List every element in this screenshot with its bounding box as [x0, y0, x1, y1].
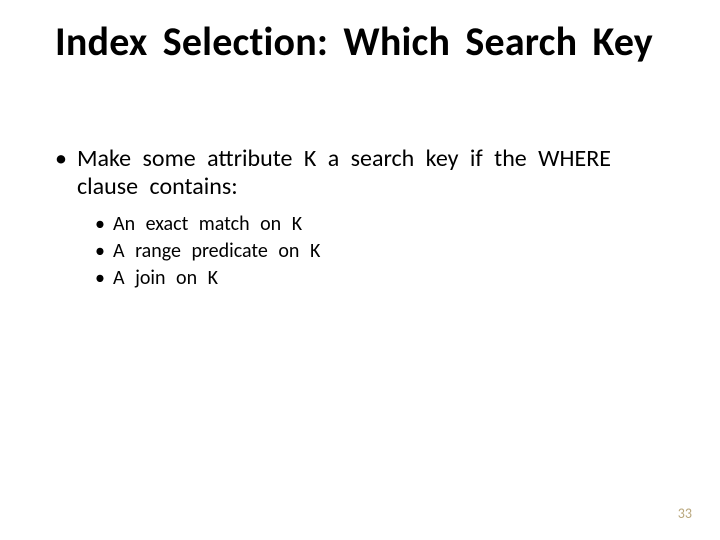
bullet-text: A join on K: [113, 266, 218, 290]
slide-title: Index Selection: Which Search Key: [55, 20, 665, 64]
slide: Index Selection: Which Search Key •Make …: [0, 0, 720, 540]
bullet-level2: •A join on K: [95, 266, 665, 291]
bullet-text: Make some attribute K a search key if th…: [77, 144, 611, 201]
bullet-dot-icon: •: [55, 145, 77, 173]
body-content: •Make some attribute K a search key if t…: [55, 145, 665, 293]
sub-bullet-list: •An exact match on K •A range predicate …: [95, 212, 665, 291]
page-number: 33: [678, 505, 692, 522]
bullet-dot-icon: •: [95, 239, 113, 264]
bullet-dot-icon: •: [95, 212, 113, 237]
bullet-text: An exact match on K: [113, 212, 302, 236]
bullet-level1: •Make some attribute K a search key if t…: [55, 145, 665, 200]
bullet-text: A range predicate on K: [113, 239, 320, 263]
bullet-level2: •A range predicate on K: [95, 239, 665, 264]
bullet-level2: •An exact match on K: [95, 212, 665, 237]
bullet-dot-icon: •: [95, 266, 113, 291]
